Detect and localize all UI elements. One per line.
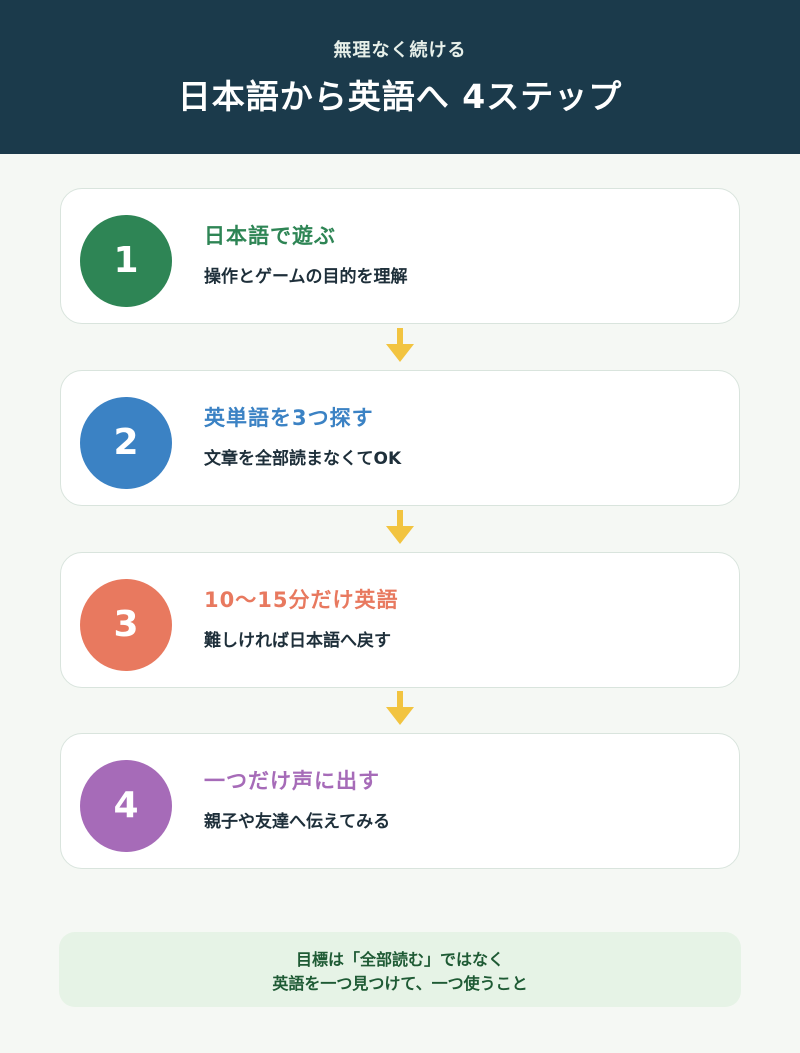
page-title: 日本語から英語へ 4ステップ — [177, 77, 623, 116]
down-arrow-icon — [386, 328, 414, 362]
step-number-badge: 3 — [80, 579, 172, 671]
step-number-badge: 4 — [80, 760, 172, 852]
step-title: 日本語で遊ぶ — [204, 224, 336, 248]
step-card-1: 1 日本語で遊ぶ 操作とゲームの目的を理解 — [60, 188, 740, 324]
header: 無理なく続ける 日本語から英語へ 4ステップ — [0, 0, 800, 154]
goal-line-2: 英語を一つ見つけて、一つ使うこと — [272, 974, 528, 993]
down-arrow-icon — [386, 691, 414, 725]
step-card-3: 3 10〜15分だけ英語 難しければ日本語へ戻す — [60, 552, 740, 688]
down-arrow-icon — [386, 510, 414, 544]
header-subtitle: 無理なく続ける — [333, 40, 467, 61]
step-card-2: 2 英単語を3つ探す 文章を全部読まなくてOK — [60, 370, 740, 506]
step-description: 操作とゲームの目的を理解 — [204, 267, 408, 287]
step-number-badge: 2 — [80, 397, 172, 489]
step-description: 難しければ日本語へ戻す — [204, 631, 391, 651]
step-description: 文章を全部読まなくてOK — [204, 449, 402, 469]
step-card-4: 4 一つだけ声に出す 親子や友達へ伝えてみる — [60, 733, 740, 869]
step-title: 10〜15分だけ英語 — [204, 588, 399, 612]
step-number-badge: 1 — [80, 215, 172, 307]
goal-line-1: 目標は「全部読む」ではなく — [295, 950, 504, 969]
goal-callout: 目標は「全部読む」ではなく 英語を一つ見つけて、一つ使うこと — [59, 932, 741, 1007]
step-description: 親子や友達へ伝えてみる — [204, 812, 391, 832]
step-title: 一つだけ声に出す — [204, 769, 380, 793]
step-title: 英単語を3つ探す — [204, 406, 374, 430]
